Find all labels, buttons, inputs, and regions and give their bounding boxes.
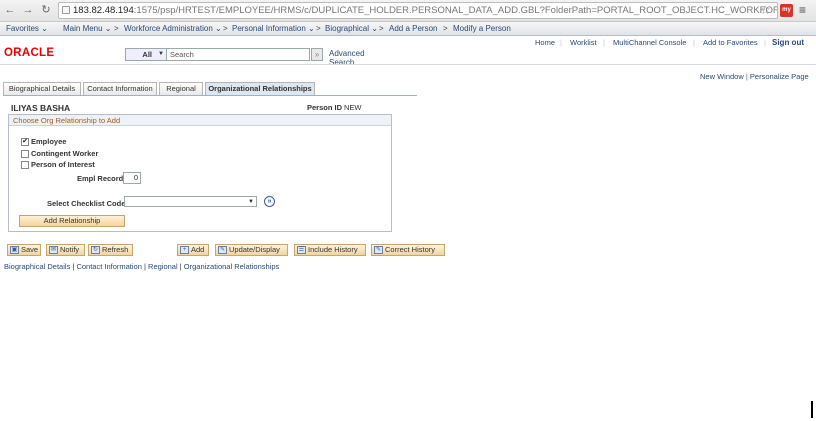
breadcrumb-separator: > bbox=[443, 24, 448, 33]
include-history-label: Include History bbox=[308, 245, 358, 254]
worklist-link[interactable]: Worklist bbox=[570, 38, 597, 47]
notify-label: Notify bbox=[60, 245, 80, 254]
tab-organizational-relationships[interactable]: Organizational Relationships bbox=[205, 82, 315, 95]
breadcrumb-workforce-admin[interactable]: Workforce Administration ⌄ bbox=[124, 22, 222, 36]
update-display-label: Update/Display bbox=[229, 245, 280, 254]
search-scope-select[interactable]: All ▼ bbox=[125, 48, 167, 61]
contingent-worker-label: Contingent Worker bbox=[31, 149, 99, 158]
text-cursor bbox=[811, 401, 813, 418]
add-label: Add bbox=[191, 245, 205, 254]
portal-nav-bar: Favorites ⌄ Main Menu ⌄ > Workforce Admi… bbox=[0, 22, 816, 36]
employee-checkbox[interactable]: ✔ bbox=[21, 138, 29, 146]
update-display-icon: ✎ bbox=[218, 246, 227, 254]
include-history-button[interactable]: ☰ Include History bbox=[294, 244, 366, 256]
personalize-page-link[interactable]: Personalize Page bbox=[750, 72, 809, 81]
tab-contact-information[interactable]: Contact Information bbox=[83, 82, 157, 95]
tab-biographical-details[interactable]: Biographical Details bbox=[3, 82, 81, 95]
add-button[interactable]: + Add bbox=[177, 244, 209, 256]
breadcrumb-personal-info[interactable]: Personal Information ⌄ bbox=[232, 22, 315, 36]
person-id-label: Person ID bbox=[307, 103, 343, 112]
refresh-icon: ↻ bbox=[91, 246, 100, 254]
breadcrumb-separator: > bbox=[316, 24, 321, 33]
add-icon: + bbox=[180, 246, 189, 254]
bookmark-star-icon[interactable]: ☆ bbox=[760, 3, 771, 17]
footer-page-links: Biographical Details | Contact Informati… bbox=[4, 262, 279, 271]
notify-button[interactable]: ✉ Notify bbox=[46, 244, 85, 256]
checklist-code-label: Select Checklist Code bbox=[47, 199, 126, 208]
person-name: ILIYAS BASHA bbox=[11, 103, 71, 113]
footer-link-contact-information[interactable]: Contact Information bbox=[76, 262, 141, 271]
breadcrumb-separator: > bbox=[379, 24, 384, 33]
dropdown-arrow-icon: ▼ bbox=[158, 51, 164, 57]
favorites-menu[interactable]: Favorites ⌄ bbox=[6, 22, 48, 36]
link-divider: | bbox=[693, 38, 695, 47]
breadcrumb-modify-person[interactable]: Modify a Person bbox=[453, 22, 511, 36]
org-relationship-group: Choose Org Relationship to Add ✔ Employe… bbox=[8, 114, 392, 232]
link-divider: | bbox=[560, 38, 562, 47]
include-history-icon: ☰ bbox=[297, 246, 306, 254]
footer-link-regional[interactable]: Regional bbox=[148, 262, 178, 271]
correct-history-button[interactable]: ✎ Correct History bbox=[371, 244, 445, 256]
correct-history-icon: ✎ bbox=[374, 246, 383, 254]
employee-label: Employee bbox=[31, 137, 67, 146]
url-host: 183.82.48.194 bbox=[73, 5, 134, 16]
link-divider: | bbox=[764, 38, 766, 47]
breadcrumb-separator: > bbox=[114, 24, 119, 33]
sign-out-link[interactable]: Sign out bbox=[772, 38, 804, 47]
go-arrow-icon[interactable]: » bbox=[264, 196, 275, 207]
group-title: Choose Org Relationship to Add bbox=[9, 115, 391, 126]
oracle-logo: ORACLE bbox=[4, 47, 55, 59]
page-utility-links: New Window | Personalize Page bbox=[700, 72, 809, 81]
notify-icon: ✉ bbox=[49, 246, 58, 254]
breadcrumb-biographical[interactable]: Biographical ⌄ bbox=[325, 22, 378, 36]
add-to-favorites-link[interactable]: Add to Favorites bbox=[703, 38, 758, 47]
footer-link-biographical-details[interactable]: Biographical Details bbox=[4, 262, 70, 271]
person-of-interest-checkbox[interactable] bbox=[21, 161, 29, 169]
checklist-code-select[interactable]: ▼ bbox=[124, 196, 257, 207]
correct-history-label: Correct History bbox=[385, 245, 436, 254]
search-scope-value: All bbox=[142, 50, 152, 59]
tab-underline bbox=[3, 95, 417, 96]
person-id-value: NEW bbox=[344, 103, 362, 112]
page-icon bbox=[62, 6, 70, 14]
extension-icon[interactable]: my bbox=[780, 4, 793, 17]
address-bar[interactable]: 183.82.48.194:1575/psp/HRTEST/EMPLOYEE/H… bbox=[58, 2, 778, 19]
browser-menu-icon[interactable]: ≡ bbox=[799, 3, 806, 17]
save-button[interactable]: ▣ Save bbox=[7, 244, 41, 256]
main-menu[interactable]: Main Menu ⌄ bbox=[63, 22, 112, 36]
header-divider bbox=[0, 64, 816, 65]
url-path: :1575/psp/HRTEST/EMPLOYEE/HRMS/c/DUPLICA… bbox=[133, 5, 778, 16]
save-label: Save bbox=[21, 245, 39, 254]
refresh-label: Refresh bbox=[102, 245, 129, 254]
dropdown-arrow-icon: ▼ bbox=[248, 199, 254, 205]
add-relationship-button[interactable]: Add Relationship bbox=[19, 215, 125, 227]
forward-icon[interactable]: → bbox=[22, 4, 34, 16]
breadcrumb-separator: > bbox=[223, 24, 228, 33]
back-icon[interactable]: ← bbox=[4, 4, 16, 16]
browser-chrome: ← → ↻ 183.82.48.194:1575/psp/HRTEST/EMPL… bbox=[0, 0, 816, 22]
home-link[interactable]: Home bbox=[535, 38, 555, 47]
save-icon: ▣ bbox=[10, 246, 19, 254]
empl-record-field[interactable]: 0 bbox=[123, 172, 141, 184]
breadcrumb-add-person[interactable]: Add a Person bbox=[389, 22, 437, 36]
empl-record-label: Empl Record bbox=[77, 174, 124, 183]
search-input[interactable]: Search bbox=[167, 48, 310, 61]
footer-link-organizational-relationships[interactable]: Organizational Relationships bbox=[184, 262, 279, 271]
person-of-interest-label: Person of Interest bbox=[31, 160, 95, 169]
reload-icon[interactable]: ↻ bbox=[40, 4, 52, 16]
update-display-button[interactable]: ✎ Update/Display bbox=[215, 244, 288, 256]
new-window-link[interactable]: New Window bbox=[700, 72, 744, 81]
refresh-button[interactable]: ↻ Refresh bbox=[88, 244, 133, 256]
multichannel-console-link[interactable]: MultiChannel Console bbox=[613, 38, 686, 47]
contingent-worker-checkbox[interactable] bbox=[21, 150, 29, 158]
link-divider: | bbox=[603, 38, 605, 47]
search-go-button[interactable]: » bbox=[311, 48, 323, 61]
tab-regional[interactable]: Regional bbox=[159, 82, 203, 95]
